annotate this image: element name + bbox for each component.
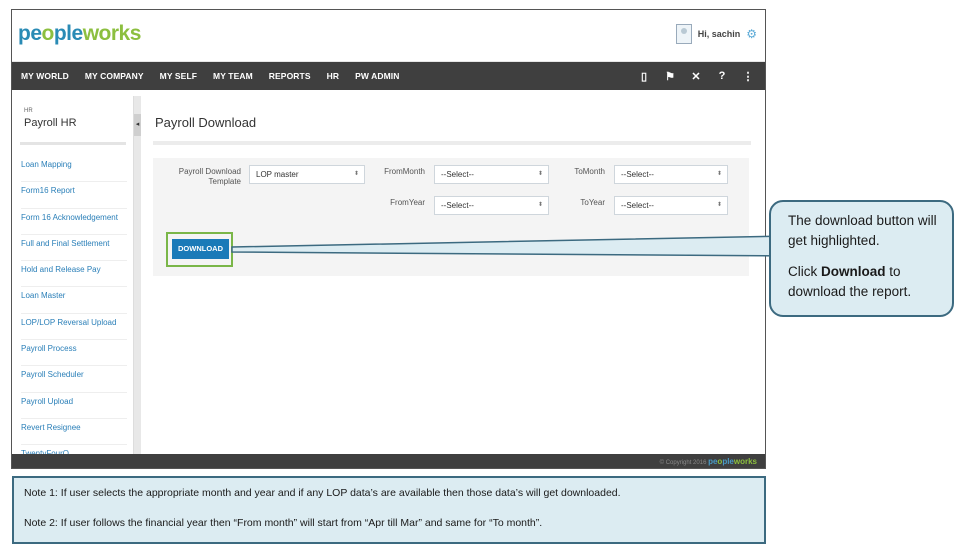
callout-box: The download button will get highlighted… bbox=[769, 200, 954, 317]
callout-line-1: The download button will get highlighted… bbox=[788, 213, 937, 248]
callout-line-2: Click Download to download the report. bbox=[788, 262, 942, 302]
callout-line-2-prefix: Click bbox=[788, 264, 821, 279]
notes-box: Note 1: If user selects the appropriate … bbox=[12, 476, 766, 544]
callout-line-2-bold: Download bbox=[821, 264, 886, 279]
callout-pointer bbox=[231, 235, 791, 257]
note-1: Note 1: If user selects the appropriate … bbox=[24, 487, 621, 499]
note-2: Note 2: If user follows the financial ye… bbox=[24, 517, 543, 529]
